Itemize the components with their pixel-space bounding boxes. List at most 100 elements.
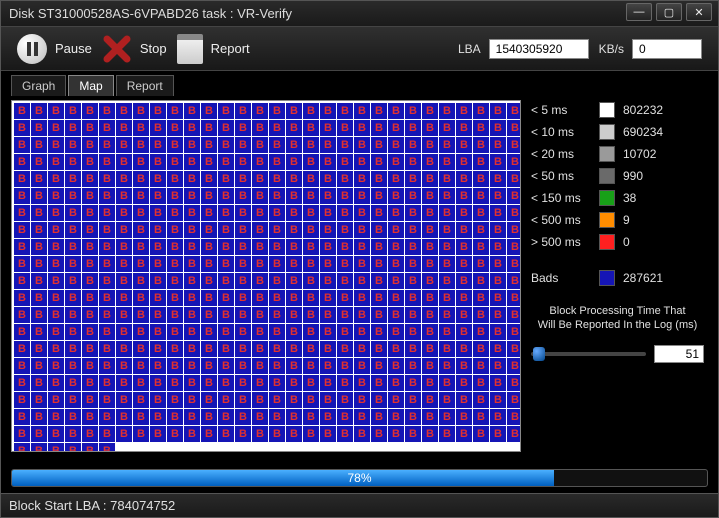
block-cell: B — [337, 375, 353, 391]
block-cell: B — [167, 137, 183, 153]
block-cell: B — [150, 239, 166, 255]
close-button[interactable]: ✕ — [686, 3, 712, 21]
block-cell: B — [235, 256, 251, 272]
block-cell: B — [184, 256, 200, 272]
block-cell: B — [303, 205, 319, 221]
block-cell: B — [99, 103, 115, 119]
block-cell: B — [48, 273, 64, 289]
block-cell: B — [303, 426, 319, 442]
tab-map[interactable]: Map — [68, 75, 113, 96]
block-cell: B — [167, 341, 183, 357]
block-cell: B — [337, 154, 353, 170]
pause-icon — [17, 34, 47, 64]
block-cell: B — [218, 205, 234, 221]
block-cell: B — [116, 137, 132, 153]
block-cell: B — [48, 443, 64, 452]
report-label: Report — [211, 41, 250, 56]
block-cell: B — [371, 239, 387, 255]
threshold-slider[interactable] — [531, 352, 646, 356]
block-cell: B — [473, 375, 489, 391]
block-cell: B — [48, 409, 64, 425]
block-cell: B — [473, 256, 489, 272]
pause-button[interactable]: Pause — [17, 34, 92, 64]
block-cell: B — [184, 409, 200, 425]
block-cell: B — [252, 409, 268, 425]
block-cell: B — [303, 324, 319, 340]
legend-swatch — [599, 190, 615, 206]
block-cell: B — [65, 120, 81, 136]
block-cell: B — [456, 103, 472, 119]
threshold-value-input[interactable] — [654, 345, 704, 363]
block-cell: B — [201, 358, 217, 374]
block-cell: B — [150, 103, 166, 119]
maximize-button[interactable]: ▢ — [656, 3, 682, 21]
block-cell: B — [14, 409, 30, 425]
block-cell: B — [65, 443, 81, 452]
block-cell: B — [456, 256, 472, 272]
block-cell: B — [218, 103, 234, 119]
block-cell: B — [371, 137, 387, 153]
block-cell: B — [456, 426, 472, 442]
block-cell: B — [82, 307, 98, 323]
report-button[interactable]: Report — [177, 34, 250, 64]
block-cell: B — [286, 256, 302, 272]
block-cell: B — [116, 375, 132, 391]
block-cell: B — [439, 205, 455, 221]
block-cell: B — [320, 256, 336, 272]
block-cell: B — [507, 358, 521, 374]
block-cell: B — [235, 392, 251, 408]
block-cell: B — [201, 409, 217, 425]
block-cell: B — [388, 120, 404, 136]
block-cell: B — [456, 120, 472, 136]
tab-graph[interactable]: Graph — [11, 75, 66, 96]
block-cell: B — [422, 222, 438, 238]
block-cell: B — [133, 307, 149, 323]
block-cell: B — [31, 324, 47, 340]
block-cell: B — [371, 256, 387, 272]
block-cell: B — [473, 103, 489, 119]
block-cell: B — [507, 205, 521, 221]
block-cell: B — [235, 137, 251, 153]
block-cell: B — [388, 188, 404, 204]
block-cell: B — [82, 290, 98, 306]
kbs-input[interactable] — [632, 39, 702, 59]
minimize-button[interactable]: — — [626, 3, 652, 21]
block-cell: B — [337, 205, 353, 221]
block-cell: B — [490, 205, 506, 221]
block-cell: B — [286, 188, 302, 204]
block-cell: B — [235, 341, 251, 357]
slider-thumb-icon[interactable] — [533, 347, 545, 361]
block-cell: B — [473, 290, 489, 306]
block-cell: B — [269, 256, 285, 272]
tab-report[interactable]: Report — [116, 75, 174, 96]
block-cell: B — [150, 290, 166, 306]
block-cell: B — [456, 358, 472, 374]
block-cell: B — [99, 239, 115, 255]
block-cell: B — [354, 171, 370, 187]
stop-button[interactable]: Stop — [102, 34, 167, 64]
block-cell: B — [354, 324, 370, 340]
block-cell: B — [252, 341, 268, 357]
block-cell: B — [303, 409, 319, 425]
block-cell: B — [507, 324, 521, 340]
block-cell: B — [48, 239, 64, 255]
block-cell: B — [65, 307, 81, 323]
block-cell: B — [490, 103, 506, 119]
block-cell: B — [286, 426, 302, 442]
block-cell: B — [167, 239, 183, 255]
block-cell: B — [150, 358, 166, 374]
block-cell: B — [133, 358, 149, 374]
block-cell: B — [167, 188, 183, 204]
block-cell: B — [184, 137, 200, 153]
block-cell: B — [286, 324, 302, 340]
block-cell: B — [388, 290, 404, 306]
block-cell: B — [150, 222, 166, 238]
block-cell: B — [405, 222, 421, 238]
block-cell: B — [439, 273, 455, 289]
block-cell: B — [31, 375, 47, 391]
block-cell: B — [48, 256, 64, 272]
block-cell: B — [82, 222, 98, 238]
lba-input[interactable] — [489, 39, 589, 59]
block-cell: B — [507, 188, 521, 204]
block-cell: B — [65, 103, 81, 119]
